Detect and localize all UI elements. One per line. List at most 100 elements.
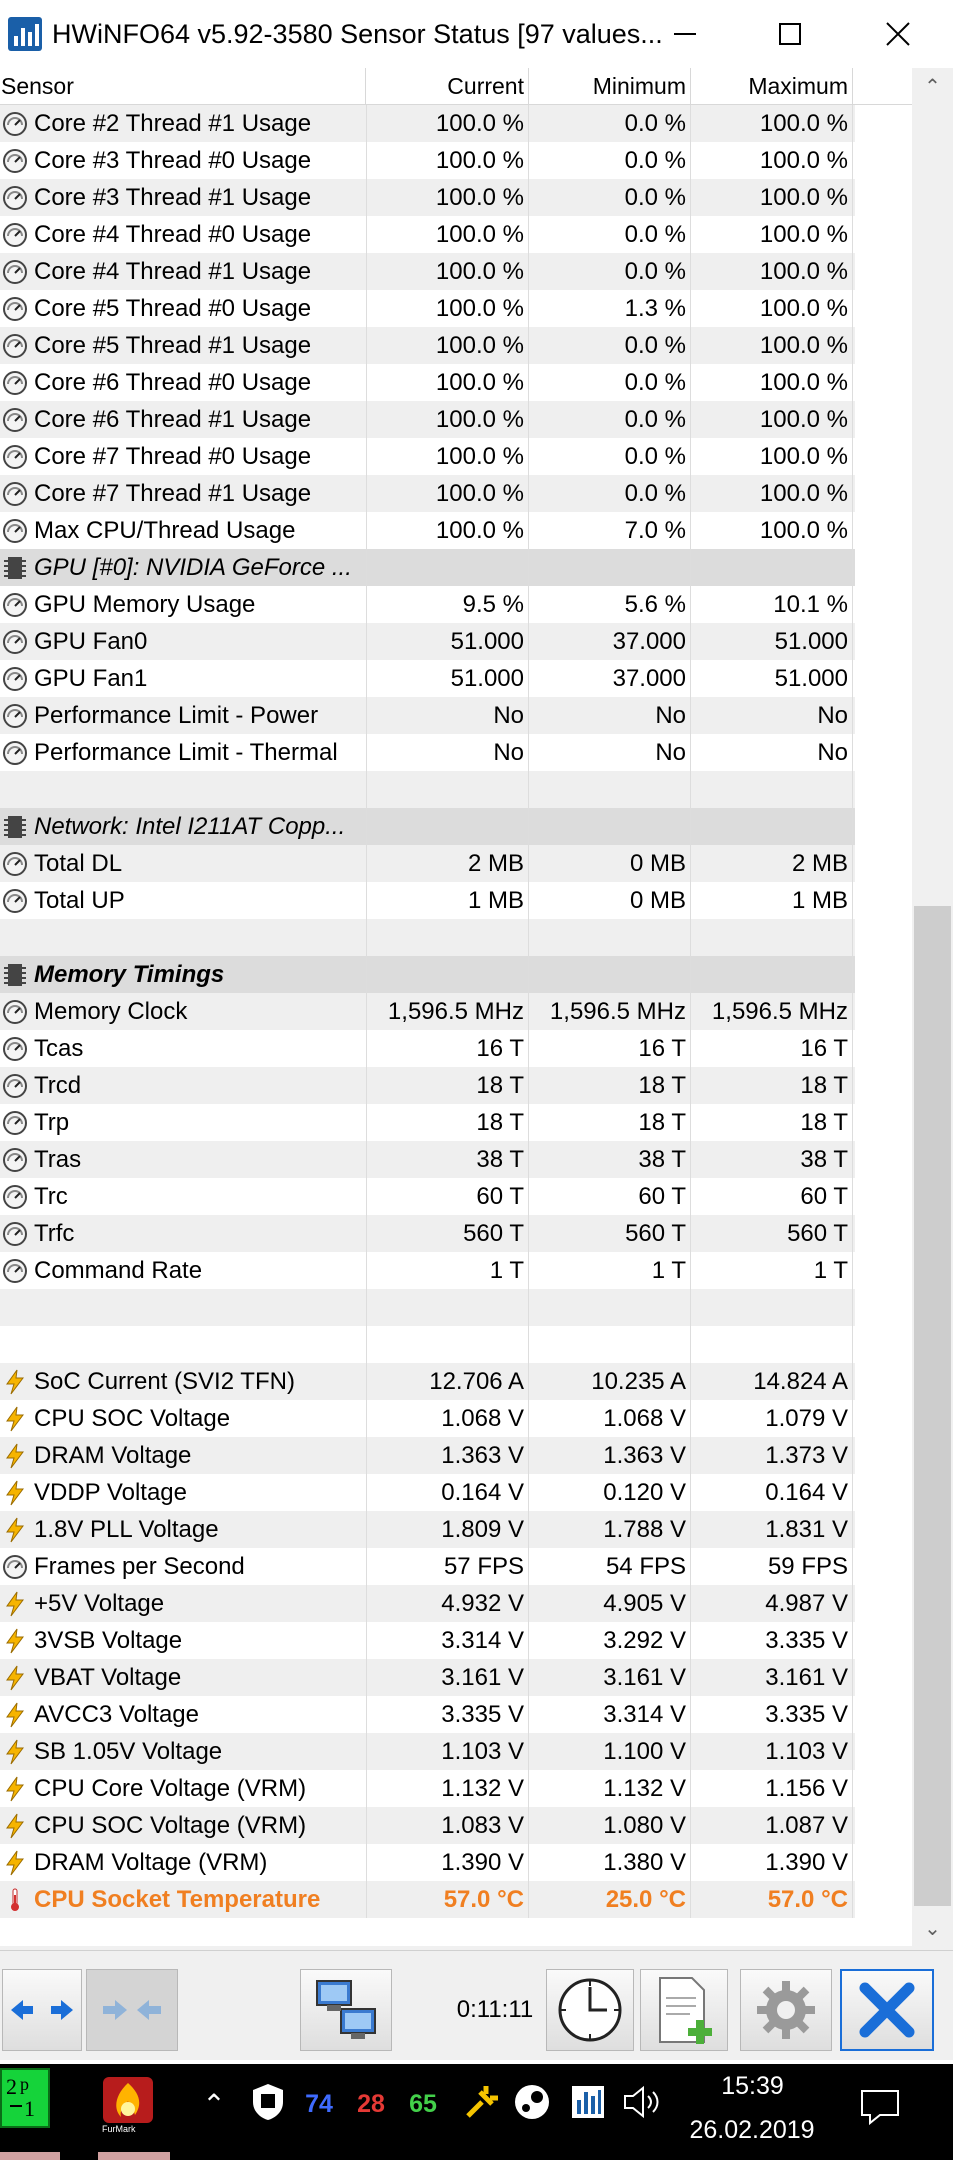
gear-icon xyxy=(757,1981,815,2039)
sensor-row[interactable]: Frames per Second 57 FPS 54 FPS 59 FPS xyxy=(0,1548,855,1585)
sensor-row[interactable]: Core #3 Thread #0 Usage 100.0 % 0.0 % 100.0… xyxy=(0,142,855,179)
sensor-row[interactable]: Core #5 Thread #0 Usage 100.0 % 1.3 % 100.0… xyxy=(0,290,855,327)
sensor-row[interactable]: SB 1.05V Voltage 1.103 V 1.100 V 1.103 V xyxy=(0,1733,855,1770)
sensor-row[interactable]: Total DL 2 MB 0 MB 2 MB xyxy=(0,845,855,882)
steam-tray-icon[interactable] xyxy=(510,2080,554,2124)
scrollbar-thumb[interactable] xyxy=(914,906,951,1906)
sensor-row[interactable]: Command Rate 1 T1 T1 T xyxy=(0,1252,855,1289)
blank-row xyxy=(0,1326,855,1363)
sensor-row[interactable]: Max CPU/Thread Usage 100.0 % 7.0 % 100.0 % xyxy=(0,512,855,549)
hwinfo-tray-icon[interactable] xyxy=(566,2080,610,2124)
sensor-name-cell: GPU Fan1 xyxy=(0,660,367,697)
sensor-group-header[interactable]: GPU [#0]: NVIDIA GeForce ... xyxy=(0,549,855,586)
sensor-row[interactable]: GPU Memory Usage 9.5 % 5.6 % 10.1 % xyxy=(0,586,855,623)
column-header-maximum[interactable]: Maximum xyxy=(691,68,853,105)
sensor-row[interactable]: Performance Limit - Power No No No xyxy=(0,697,855,734)
minimum-value: No xyxy=(529,734,691,771)
sensor-row[interactable]: GPU Fan0 51.000 37.000 51.000 xyxy=(0,623,855,660)
furmark-app-icon[interactable]: FurMark xyxy=(98,2070,158,2140)
sensor-label: +5V Voltage xyxy=(34,1590,165,1617)
minimum-value: 25.0 °C xyxy=(529,1881,691,1918)
sensor-row[interactable]: Total UP 1 MB 0 MB 1 MB xyxy=(0,882,855,919)
sensor-row[interactable]: Trp 18 T 18 T 18 T xyxy=(0,1104,855,1141)
sensor-row[interactable]: Core #3 Thread #1 Usage 100.0 % 0.0 % 100.0… xyxy=(0,179,855,216)
sensor-row[interactable]: Trc 60 T 60 T 60 T xyxy=(0,1178,855,1215)
sensor-row[interactable]: 1.8V PLL Voltage 1.809 V 1.788 V 1.831 V xyxy=(0,1511,855,1548)
maximum-value: 60 T xyxy=(691,1178,853,1215)
minimum-value: 1.080 V xyxy=(529,1807,691,1844)
maximize-button[interactable] xyxy=(740,0,840,68)
scroll-down-arrow-icon[interactable]: ⌄ xyxy=(912,1910,953,1946)
tray-value-blue[interactable]: 74 xyxy=(298,2084,340,2124)
action-center-notification-icon[interactable] xyxy=(850,2082,910,2132)
sensor-row[interactable]: Core #6 Thread #0 Usage 100.0 % 0.0 % 100.0… xyxy=(0,364,855,401)
column-header-current[interactable]: Current xyxy=(367,68,529,105)
logging-button[interactable] xyxy=(640,1969,728,2051)
close-button[interactable] xyxy=(848,0,948,68)
sensor-row[interactable]: CPU Core Voltage (VRM) 1.132 V 1.132 V 1.15… xyxy=(0,1770,855,1807)
sensor-row[interactable]: Tras 38 T 38 T 38 T xyxy=(0,1141,855,1178)
sensor-group-header[interactable]: Memory Timings xyxy=(0,956,855,993)
tray-value-red[interactable]: 28 xyxy=(350,2084,392,2124)
sensor-row[interactable]: Core #7 Thread #1 Usage 100.0 % 0.0 % 100.0… xyxy=(0,475,855,512)
sensor-row[interactable]: GPU Fan1 51.000 37.000 51.000 xyxy=(0,660,855,697)
sensor-row[interactable]: Tcas 16 T 16 T 16 T xyxy=(0,1030,855,1067)
sensor-row[interactable]: Core #7 Thread #0 Usage 100.0 % 0.0 % 100.0… xyxy=(0,438,855,475)
gauge-icon xyxy=(2,370,28,396)
sensor-row[interactable]: Memory Clock 1,596.5 MHz 1,596.5 MHz 1,596.… xyxy=(0,993,855,1030)
sensor-row[interactable]: +5V Voltage 4.932 V 4.905 V 4.987 V xyxy=(0,1585,855,1622)
sensor-row[interactable]: VDDP Voltage 0.164 V 0.120 V 0.164 V xyxy=(0,1474,855,1511)
taskbar-clock-date[interactable]: 26.02.2019 xyxy=(672,2116,832,2145)
settings-button[interactable] xyxy=(740,1969,832,2051)
sensor-row[interactable]: Core #4 Thread #1 Usage 100.0 % 0.0 % 100.0… xyxy=(0,253,855,290)
current-value: 3.335 V xyxy=(367,1696,529,1733)
expand-columns-button[interactable] xyxy=(2,1969,82,2051)
security-shield-icon[interactable] xyxy=(248,2080,288,2124)
collapse-columns-button[interactable] xyxy=(86,1969,178,2051)
sensor-row[interactable]: 3VSB Voltage 3.314 V 3.292 V 3.335 V xyxy=(0,1622,855,1659)
sensor-row[interactable]: CPU SOC Voltage (VRM) 1.083 V 1.080 V 1.087… xyxy=(0,1807,855,1844)
reset-min-max-button[interactable] xyxy=(546,1969,634,2051)
sensor-row[interactable]: Core #6 Thread #1 Usage 100.0 % 0.0 % 100.0… xyxy=(0,401,855,438)
empty-cell xyxy=(691,1326,853,1363)
p21-app-icon[interactable]: 2 p 1 xyxy=(0,2068,50,2128)
tray-value-green[interactable]: 65 xyxy=(402,2084,444,2124)
minimum-value: 7.0 % xyxy=(529,512,691,549)
close-sensors-button[interactable] xyxy=(840,1969,934,2051)
sensor-row[interactable]: Performance Limit - Thermal No No No xyxy=(0,734,855,771)
sensor-row[interactable]: Trcd 18 T 18 T 18 T xyxy=(0,1067,855,1104)
sensor-row[interactable]: VBAT Voltage 3.161 V 3.161 V 3.161 V xyxy=(0,1659,855,1696)
sensor-row[interactable]: Core #5 Thread #1 Usage 100.0 % 0.0 % 100.0… xyxy=(0,327,855,364)
sensor-name-cell: Core #5 Thread #1 Usage xyxy=(0,327,367,364)
column-header-sensor[interactable]: Sensor xyxy=(1,68,366,105)
sensor-name-cell: Total DL xyxy=(0,845,367,882)
sensor-row[interactable]: DRAM Voltage (VRM) 1.390 V 1.380 V 1.390 V xyxy=(0,1844,855,1881)
sensor-row[interactable]: Trfc 560 T 560 T 560 T xyxy=(0,1215,855,1252)
hwinfo-app-icon[interactable] xyxy=(8,17,42,51)
vertical-scrollbar[interactable]: ⌃ ⌄ xyxy=(912,68,953,1946)
scroll-up-arrow-icon[interactable]: ⌃ xyxy=(912,68,953,104)
minimize-button[interactable] xyxy=(635,0,735,68)
maximum-value: 100.0 % xyxy=(691,179,853,216)
sensor-row[interactable]: CPU SOC Voltage 1.068 V 1.068 V 1.079 V xyxy=(0,1400,855,1437)
sensor-label: Memory Clock xyxy=(34,998,188,1025)
sensor-row[interactable]: Core #2 Thread #1 Usage 100.0 % 0.0 % 100.0… xyxy=(0,105,855,142)
column-header-minimum[interactable]: Minimum xyxy=(529,68,691,105)
taskbar-clock-time[interactable]: 15:39 xyxy=(690,2072,815,2101)
sensor-row[interactable]: SoC Current (SVI2 TFN) 12.706 A 10.235 A 14… xyxy=(0,1363,855,1400)
sensor-row[interactable]: Core #4 Thread #0 Usage 100.0 % 0.0 % 100.0… xyxy=(0,216,855,253)
show-hidden-icons-chevron-icon[interactable]: ⌃ xyxy=(194,2084,234,2124)
sensor-rows: Core #2 Thread #1 Usage 100.0 % 0.0 % 100.0… xyxy=(0,105,855,1918)
clock-icon xyxy=(558,1978,622,2042)
sensor-row[interactable]: DRAM Voltage 1.363 V 1.363 V 1.373 V xyxy=(0,1437,855,1474)
network-sensors-button[interactable] xyxy=(300,1969,392,2051)
current-value xyxy=(367,956,529,993)
volume-speaker-icon[interactable] xyxy=(620,2080,664,2124)
sensor-name-cell: Core #4 Thread #0 Usage xyxy=(0,216,367,253)
sensor-name-cell: Trcd xyxy=(0,1067,367,1104)
plug-tray-icon[interactable] xyxy=(460,2080,504,2124)
sensor-group-header[interactable]: Network: Intel I211AT Copp... xyxy=(0,808,855,845)
sensor-row[interactable]: CPU Socket Temperature 57.0 °C 25.0 °C 57.0… xyxy=(0,1881,855,1918)
sensor-name-cell: AVCC3 Voltage xyxy=(0,1696,367,1733)
sensor-row[interactable]: AVCC3 Voltage 3.335 V 3.314 V 3.335 V xyxy=(0,1696,855,1733)
